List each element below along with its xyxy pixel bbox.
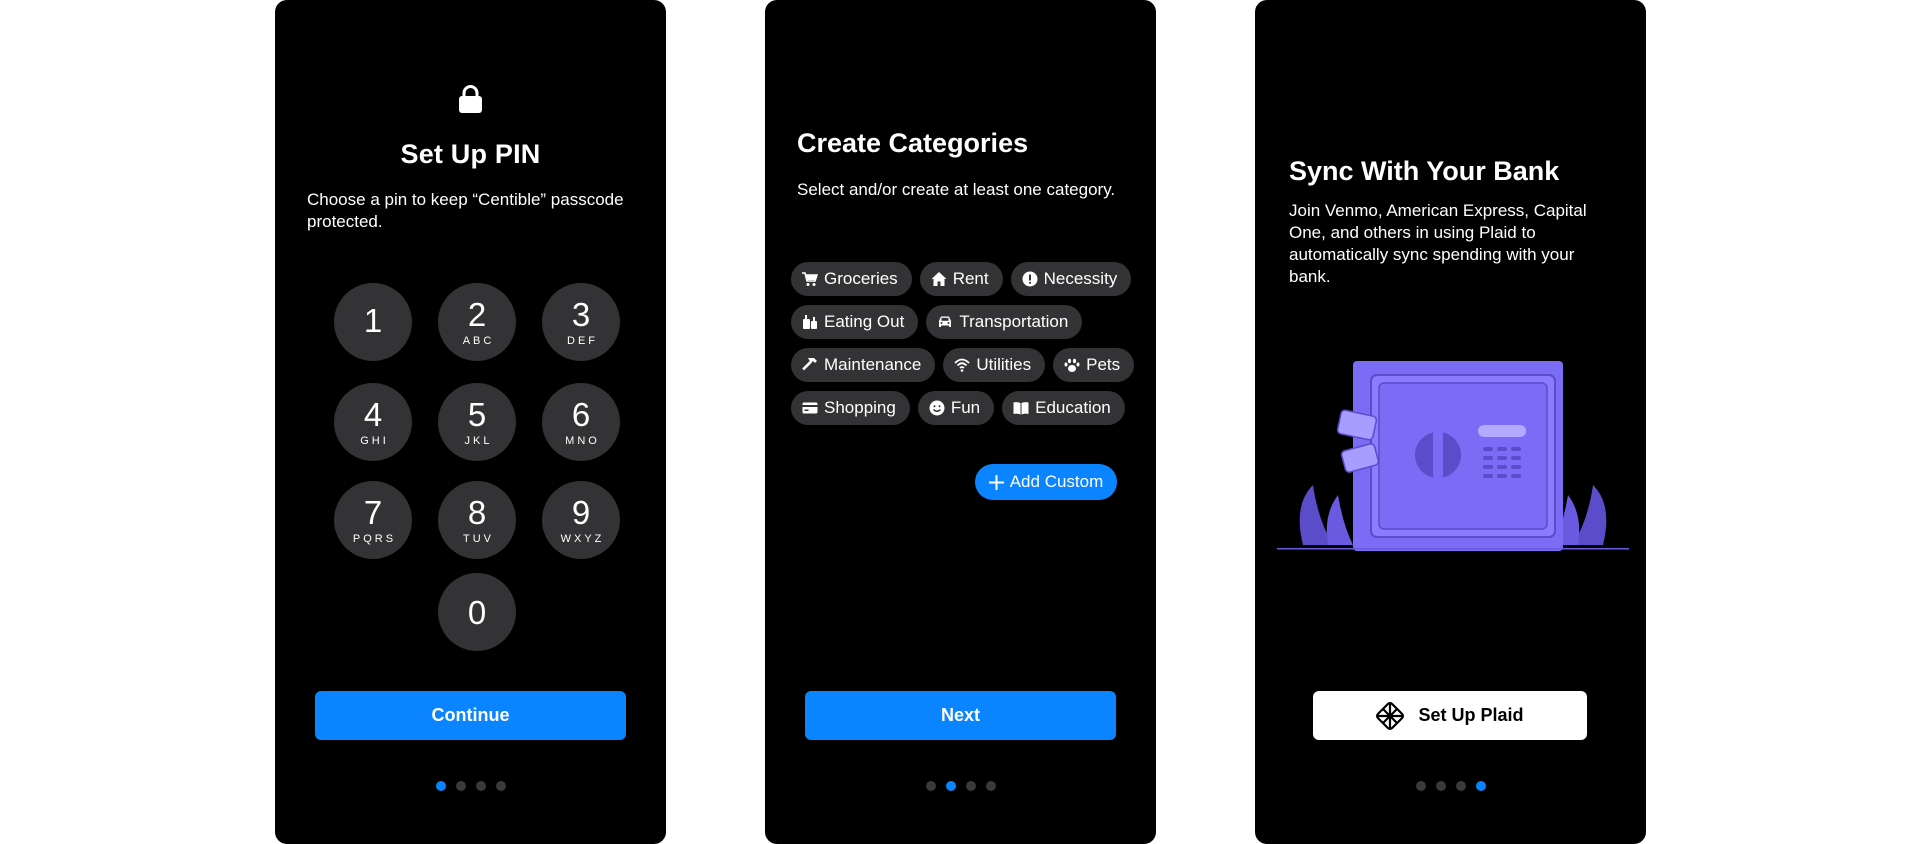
key-letters: ABC	[462, 334, 495, 347]
exclamation-circle-icon	[1022, 271, 1038, 287]
page-title: Create Categories	[797, 128, 1029, 158]
category-chip-pets[interactable]: Pets	[1053, 348, 1135, 382]
credit-card-icon	[802, 402, 818, 414]
chip-label: Groceries	[824, 269, 898, 288]
category-chip-fun[interactable]: Fun	[917, 391, 995, 425]
key-digit: 1	[363, 301, 383, 339]
keypad-key-6[interactable]: 6 MNO	[542, 383, 620, 461]
category-chip-groceries[interactable]: Groceries	[791, 262, 912, 296]
chip-label: Fun	[950, 398, 981, 417]
page-dot-3[interactable]	[965, 781, 976, 791]
key-digit: 8	[467, 493, 487, 531]
keypad-key-9[interactable]: 9 WXYZ	[542, 481, 620, 559]
keypad-key-1[interactable]: 1	[334, 283, 412, 361]
category-chip-utilities[interactable]: Utilities	[943, 348, 1046, 382]
chip-label: Rent	[952, 269, 989, 288]
pin-keypad: 1 2 ABC 3 DEF 4 GHI 5 JKL 6 MNO 7 PQRS 8	[275, 0, 666, 660]
page-dot-3[interactable]	[1455, 781, 1466, 791]
chip-label: Eating Out	[824, 312, 905, 331]
add-custom-button[interactable]: Add Custom	[975, 464, 1117, 500]
key-letters: PQRS	[352, 532, 397, 545]
key-digit: 9	[571, 493, 591, 531]
plus-icon	[988, 474, 1004, 490]
page-description: Select and/or create at least one catego…	[797, 180, 1116, 199]
page-dot-1[interactable]	[435, 781, 446, 791]
page-dot-2[interactable]	[1435, 781, 1446, 791]
chip-label: Maintenance	[824, 355, 922, 374]
house-icon	[931, 272, 947, 286]
category-chip-rent[interactable]: Rent	[919, 262, 1003, 296]
next-button[interactable]: Next	[805, 691, 1116, 740]
key-letters: GHI	[360, 434, 389, 447]
smile-icon	[929, 400, 945, 416]
cart-icon	[802, 272, 818, 286]
key-digit: 2	[467, 295, 487, 333]
add-custom-label: Add Custom	[1009, 472, 1104, 491]
page-indicator	[275, 781, 666, 791]
pin-setup-screen: Set Up PIN Choose a pin to keep “Centibl…	[275, 0, 666, 844]
keypad-key-0[interactable]: 0	[438, 573, 516, 651]
key-digit: 6	[571, 395, 591, 433]
key-digit: 4	[363, 395, 383, 433]
page-dot-4[interactable]	[985, 781, 996, 791]
category-chip-maintenance[interactable]: Maintenance	[791, 348, 936, 382]
chip-label: Transportation	[959, 312, 1069, 331]
category-chip-necessity[interactable]: Necessity	[1010, 262, 1132, 296]
safe-illustration	[1277, 361, 1629, 551]
page-dot-1[interactable]	[1415, 781, 1426, 791]
set-up-plaid-button[interactable]: Set Up Plaid	[1313, 691, 1587, 740]
page-dot-2[interactable]	[455, 781, 466, 791]
page-dot-3[interactable]	[475, 781, 486, 791]
chip-label: Shopping	[824, 398, 896, 417]
key-letters: JKL	[464, 434, 493, 447]
page-dot-4[interactable]	[495, 781, 506, 791]
chip-label: Necessity	[1043, 269, 1118, 288]
page-indicator	[765, 781, 1156, 791]
keypad-key-5[interactable]: 5 JKL	[438, 383, 516, 461]
page-dot-2[interactable]	[945, 781, 956, 791]
category-chip-transportation[interactable]: Transportation	[926, 305, 1083, 339]
key-letters: DEF	[567, 334, 598, 347]
keypad-key-7[interactable]: 7 PQRS	[334, 481, 412, 559]
book-icon	[1013, 402, 1029, 415]
key-digit: 7	[363, 493, 383, 531]
plaid-button-label: Set Up Plaid	[1418, 705, 1524, 725]
categories-screen: Create Categories Select and/or create a…	[765, 0, 1156, 844]
category-chip-eating-out[interactable]: Eating Out	[791, 305, 919, 339]
page-title: Sync With Your Bank	[1289, 156, 1560, 186]
key-digit: 3	[571, 295, 591, 333]
chip-label: Utilities	[976, 355, 1032, 374]
continue-button[interactable]: Continue	[315, 691, 626, 740]
key-letters: TUV	[463, 532, 494, 545]
key-digit: 0	[467, 594, 487, 631]
key-letters: WXYZ	[560, 532, 605, 545]
key-letters: MNO	[565, 434, 600, 447]
keypad-key-4[interactable]: 4 GHI	[334, 383, 412, 461]
page-indicator	[1255, 781, 1646, 791]
keypad-key-8[interactable]: 8 TUV	[438, 481, 516, 559]
paw-icon	[1064, 358, 1080, 372]
plaid-logo-icon	[1376, 701, 1405, 730]
category-chip-education[interactable]: Education	[1002, 391, 1125, 425]
car-icon	[939, 316, 952, 327]
hammer-icon	[802, 358, 817, 371]
page-dot-1[interactable]	[925, 781, 936, 791]
bank-sync-screen: Sync With Your Bank Join Venmo, American…	[1255, 0, 1646, 844]
chip-label: Education	[1035, 398, 1111, 417]
page-description: Join Venmo, American Express, Capital On…	[1289, 201, 1587, 286]
page-dot-4[interactable]	[1475, 781, 1486, 791]
wifi-icon	[954, 358, 970, 372]
food-drink-icon	[803, 315, 817, 329]
keypad-key-3[interactable]: 3 DEF	[542, 283, 620, 361]
category-chip-shopping[interactable]: Shopping	[791, 391, 910, 425]
category-chip-list: Groceries Rent Necessity Eating Out Tran…	[791, 262, 1136, 434]
key-digit: 5	[467, 395, 487, 433]
chip-label: Pets	[1086, 355, 1121, 374]
keypad-key-2[interactable]: 2 ABC	[438, 283, 516, 361]
